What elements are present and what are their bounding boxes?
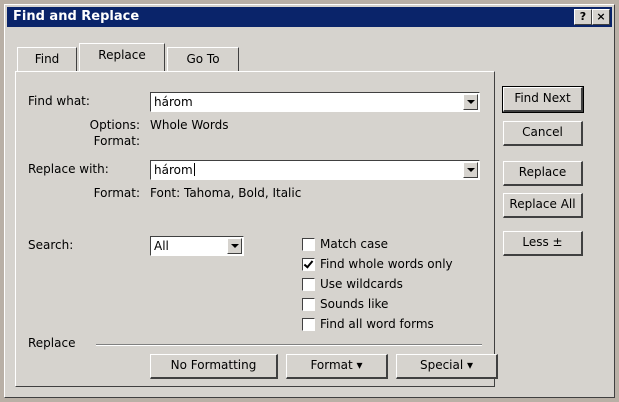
title-bar[interactable]: Find and Replace ? × (7, 7, 612, 27)
text-caret (193, 163, 195, 176)
window-title: Find and Replace (13, 9, 140, 24)
less-button[interactable]: Less ± (503, 231, 583, 256)
word-forms-checkbox[interactable] (302, 318, 315, 331)
options-label: Options: (89, 118, 140, 132)
tab-replace[interactable]: Replace (79, 43, 165, 71)
replace-with-value: három (154, 163, 195, 177)
replace-button[interactable]: Replace (503, 161, 583, 186)
replace-group-divider (96, 344, 482, 346)
find-what-label: Find what: (28, 94, 90, 108)
replace-group-label: Replace (28, 336, 76, 350)
replace-format-value: Font: Tahoma, Bold, Italic (150, 186, 302, 200)
help-button[interactable]: ? (574, 9, 592, 25)
replace-all-button[interactable]: Replace All (503, 193, 583, 218)
replace-with-label: Replace with: (28, 162, 109, 176)
find-what-dropdown-button[interactable] (463, 94, 478, 110)
replace-with-dropdown-button[interactable] (463, 162, 478, 178)
search-direction-value: All (154, 239, 169, 253)
find-next-button[interactable]: Find Next (502, 86, 584, 113)
find-format-label: Format: (93, 134, 140, 148)
word-forms-label[interactable]: Find all word forms (320, 317, 434, 331)
sounds-like-checkbox[interactable] (302, 298, 315, 311)
wildcards-label[interactable]: Use wildcards (320, 277, 403, 291)
format-menu-button[interactable]: Format ▾ (286, 354, 388, 379)
tab-goto[interactable]: Go To (167, 47, 239, 71)
match-case-checkbox[interactable] (302, 238, 315, 251)
find-what-combo[interactable]: három (150, 92, 480, 112)
special-menu-button[interactable]: Special ▾ (396, 354, 498, 379)
no-formatting-button[interactable]: No Formatting (150, 354, 278, 379)
whole-words-label[interactable]: Find whole words only (320, 257, 453, 271)
replace-with-combo[interactable]: három (150, 160, 480, 180)
tab-find[interactable]: Find (17, 47, 77, 71)
options-value: Whole Words (150, 118, 229, 132)
search-direction-combo[interactable]: All (150, 236, 244, 256)
find-what-value: három (154, 95, 193, 109)
match-case-label[interactable]: Match case (320, 237, 388, 251)
close-button[interactable]: × (592, 9, 610, 25)
replace-tab-panel: Find what: három Options: Whole Words Fo… (15, 71, 498, 387)
search-direction-dropdown-button[interactable] (227, 238, 242, 254)
search-label: Search: (28, 238, 74, 252)
wildcards-checkbox[interactable] (302, 278, 315, 291)
find-replace-dialog: Find and Replace ? × Find Replace Go To … (4, 4, 615, 398)
whole-words-checkbox[interactable] (302, 258, 315, 271)
replace-format-label: Format: (93, 186, 140, 200)
cancel-button[interactable]: Cancel (503, 121, 583, 146)
sounds-like-label[interactable]: Sounds like (320, 297, 388, 311)
